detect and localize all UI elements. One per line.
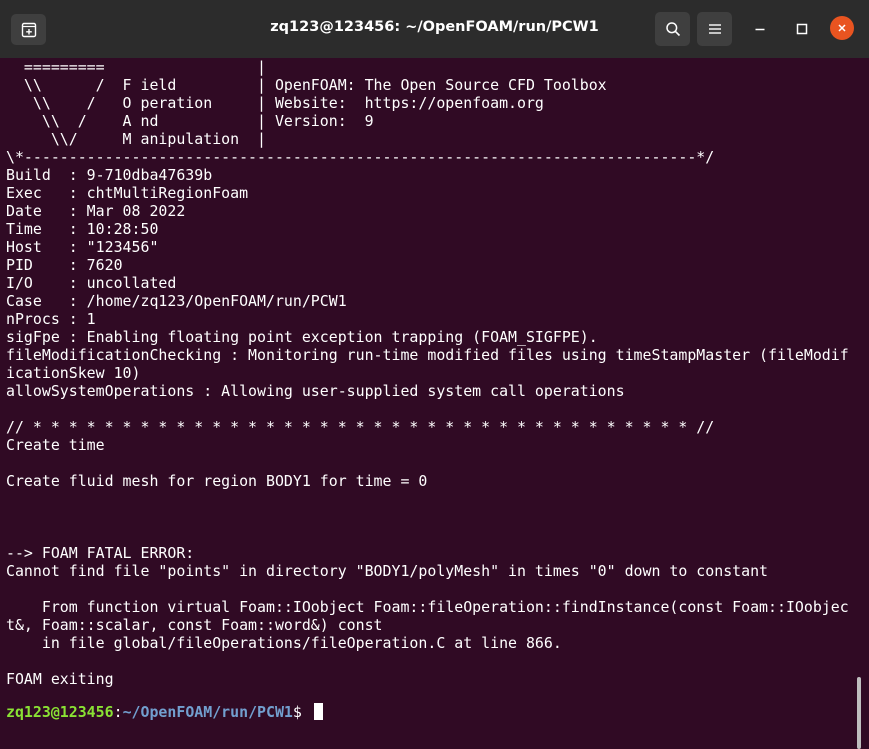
title-bar[interactable]: zq123@123456: ~/OpenFOAM/run/PCW1	[0, 0, 869, 58]
terminal-line: fileModificationChecking : Monitoring ru…	[6, 346, 849, 364]
maximize-icon	[796, 23, 808, 35]
terminal-line: Case : /home/zq123/OpenFOAM/run/PCW1	[6, 292, 347, 310]
terminal-line: Create fluid mesh for region BODY1 for t…	[6, 472, 428, 490]
terminal-line: allowSystemOperations : Allowing user-su…	[6, 382, 625, 400]
terminal-line: Cannot find file "points" in directory "…	[6, 562, 769, 580]
terminal-line: Date : Mar 08 2022	[6, 202, 186, 220]
close-button[interactable]	[830, 16, 854, 40]
terminal-line: \*--------------------------------------…	[6, 148, 715, 166]
scrollbar-thumb[interactable]	[857, 677, 861, 749]
terminal-line: Exec : chtMultiRegionFoam	[6, 184, 249, 202]
terminal-line: From function virtual Foam::IOobject Foa…	[6, 598, 849, 616]
terminal-line: Create time	[6, 436, 105, 454]
minimize-icon	[755, 28, 765, 31]
menu-button[interactable]	[697, 12, 732, 46]
terminal-line: \\ / A nd | Version: 9	[6, 112, 374, 130]
close-icon	[838, 24, 846, 32]
terminal-window: zq123@123456: ~/OpenFOAM/run/PCW1 ======…	[0, 0, 869, 749]
search-icon	[665, 22, 680, 37]
terminal-line: --> FOAM FATAL ERROR:	[6, 544, 195, 562]
prompt-separator: :	[113, 703, 123, 721]
terminal-line: // * * * * * * * * * * * * * * * * * * *…	[6, 418, 715, 436]
terminal-line: \\ / F ield | OpenFOAM: The Open Source …	[6, 76, 607, 94]
terminal-line: \\/ M anipulation |	[6, 130, 266, 148]
terminal-line: in file global/fileOperations/fileOperat…	[6, 634, 562, 652]
shell-prompt[interactable]: zq123@123456:~/OpenFOAM/run/PCW1$	[6, 703, 323, 721]
text-cursor	[313, 703, 323, 720]
terminal-content[interactable]: ========= | \\ / F ield | OpenFOAM: The …	[0, 58, 869, 749]
prompt-symbol: $	[292, 703, 311, 721]
terminal-line: Build : 9-710dba47639b	[6, 166, 213, 184]
terminal-line: Time : 10:28:50	[6, 220, 159, 238]
terminal-line: FOAM exiting	[6, 670, 114, 688]
terminal-line: icationSkew 10)	[6, 364, 141, 382]
terminal-line: sigFpe : Enabling floating point excepti…	[6, 328, 598, 346]
maximize-button[interactable]	[788, 15, 816, 43]
window-title: zq123@123456: ~/OpenFOAM/run/PCW1	[270, 19, 599, 35]
terminal-line: \\ / O peration | Website: https://openf…	[6, 94, 544, 112]
terminal-output: ========= | \\ / F ield | OpenFOAM: The …	[6, 58, 849, 706]
terminal-line: nProcs : 1	[6, 310, 96, 328]
prompt-path: ~/OpenFOAM/run/PCW1	[122, 703, 293, 721]
minimize-button[interactable]	[746, 15, 774, 43]
terminal-line: I/O : uncollated	[6, 274, 177, 292]
terminal-line: Host : "123456"	[6, 238, 159, 256]
prompt-user-host: zq123@123456	[6, 703, 114, 721]
terminal-line: ========= |	[6, 58, 266, 76]
hamburger-menu-icon	[708, 24, 721, 34]
terminal-line: PID : 7620	[6, 256, 123, 274]
search-button[interactable]	[655, 12, 690, 46]
terminal-line: t&, Foam::scalar, const Foam::word&) con…	[6, 616, 383, 634]
